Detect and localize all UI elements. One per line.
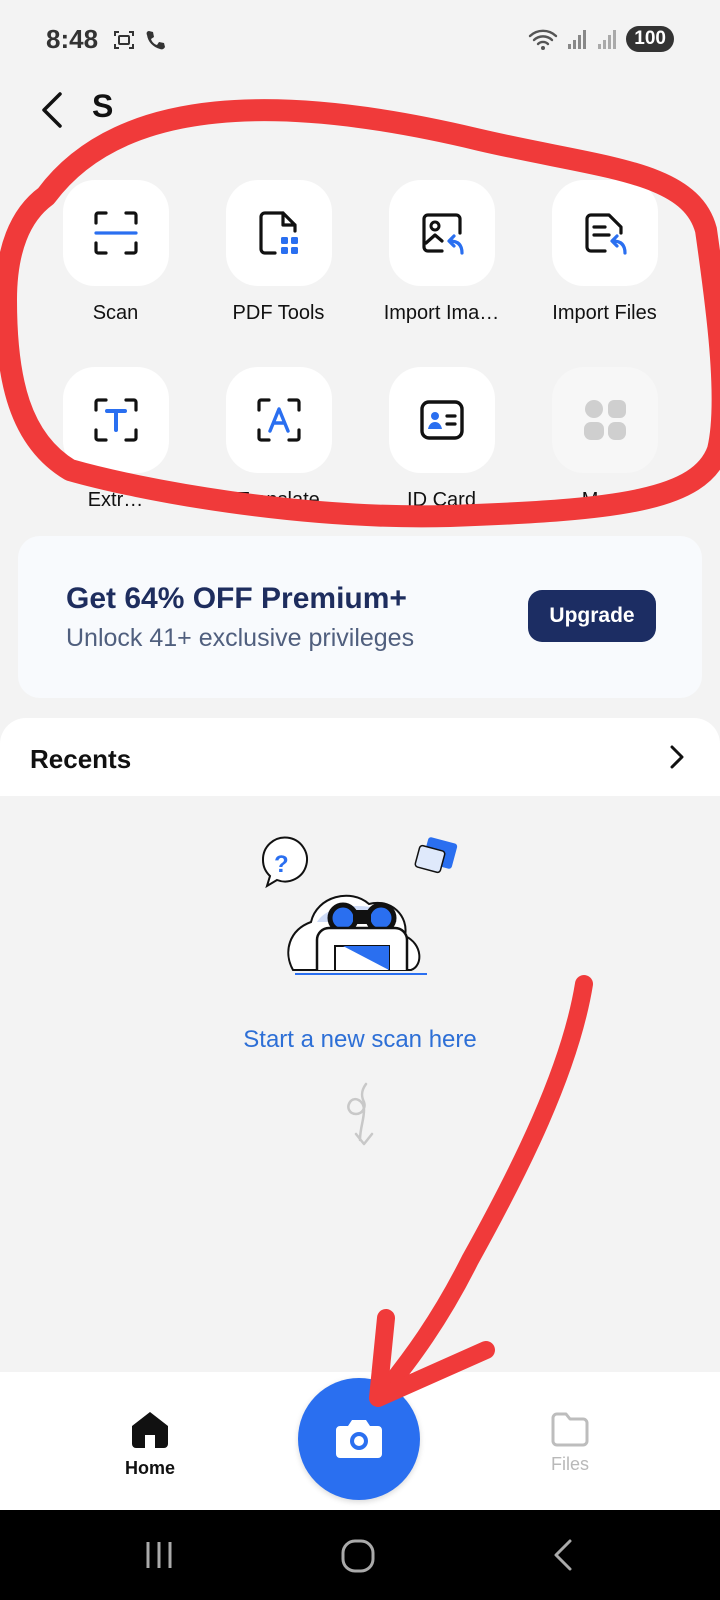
battery-indicator: 100 (626, 26, 674, 52)
promo-subtitle: Unlock 41+ exclusive privileges (66, 624, 415, 652)
home-icon (132, 1412, 168, 1448)
folder-icon (551, 1412, 589, 1447)
nav-home[interactable]: Home (110, 1408, 190, 1479)
tool-tile[interactable] (62, 180, 169, 286)
tool-label: Import Files (552, 302, 657, 324)
scan-frame-icon (93, 211, 138, 255)
tool-tile[interactable] (388, 180, 495, 286)
tool-more[interactable]: More (523, 367, 686, 512)
tool-tile[interactable] (62, 367, 169, 473)
tool-pdf-tools[interactable]: PDF Tools (197, 180, 360, 325)
recents-header[interactable]: Recents (0, 718, 720, 796)
empty-state-text[interactable]: Start a new scan here (0, 1026, 720, 1054)
recent-apps-icon[interactable] (142, 1538, 176, 1572)
signal-icon (568, 30, 587, 49)
status-system-icons: 100 (528, 26, 674, 52)
tool-label: Scan (92, 302, 139, 324)
upgrade-button[interactable]: Upgrade (528, 590, 656, 642)
chevron-right-icon[interactable] (664, 744, 690, 770)
nav-files-label: Files (550, 1454, 589, 1474)
status-notification-icons (112, 28, 166, 52)
more-grid-icon (583, 400, 626, 440)
import-image-icon (421, 213, 464, 255)
extract-text-icon (93, 398, 138, 442)
nav-home-label: Home (124, 1458, 175, 1478)
tool-tile[interactable] (225, 367, 332, 473)
screenshot-icon (114, 31, 134, 49)
premium-promo-card[interactable]: Get 64% OFF Premium+ Unlock 41+ exclusiv… (18, 536, 702, 698)
camera-icon (336, 1420, 382, 1458)
tool-label: ID Card (407, 489, 476, 511)
nav-files[interactable]: Files (530, 1410, 610, 1475)
tool-tile[interactable] (388, 367, 495, 473)
page-title: S (92, 88, 114, 124)
tool-label: More (581, 489, 628, 511)
signal-icon-2 (598, 30, 617, 49)
tool-import-files[interactable]: Import Files (523, 180, 686, 325)
recents-title: Recents (30, 744, 132, 774)
tool-id-card[interactable]: ID Card (360, 367, 523, 512)
tool-tile[interactable] (551, 180, 658, 286)
tool-label: Extr… (87, 489, 144, 511)
id-card-icon (419, 400, 464, 440)
tool-translate[interactable]: Translate (197, 367, 360, 512)
translate-icon (256, 398, 301, 442)
tool-import-image[interactable]: Import Ima… (360, 180, 523, 325)
down-squiggle-arrow-icon (347, 1082, 374, 1146)
system-back-icon[interactable] (548, 1538, 578, 1572)
back-arrow-icon[interactable] (34, 90, 74, 130)
status-bar: 8:48 100 (0, 0, 720, 80)
tool-label: PDF Tools (232, 302, 325, 324)
camera-scan-button[interactable] (298, 1378, 420, 1500)
tool-tile[interactable] (225, 180, 332, 286)
tool-label: Import Ima… (383, 302, 500, 324)
system-nav-bar (0, 1510, 720, 1600)
import-files-icon (584, 213, 627, 255)
pdf-tools-icon (258, 211, 298, 255)
svg-text:?: ? (274, 851, 289, 878)
home-circle-icon[interactable] (340, 1538, 376, 1574)
status-time: 8:48 (46, 24, 99, 54)
empty-recents-illustration: ? (261, 836, 458, 975)
tool-grid: Scan PDF Tools Import Ima… Import Files … (34, 180, 684, 512)
wifi-icon (529, 29, 558, 50)
tool-extract-text[interactable]: Extr… (34, 367, 197, 512)
tool-tile[interactable] (551, 367, 658, 473)
phone-icon (146, 31, 165, 50)
tool-scan[interactable]: Scan (34, 180, 197, 325)
tool-label: Translate (237, 489, 320, 511)
promo-title: Get 64% OFF Premium+ (66, 582, 407, 615)
